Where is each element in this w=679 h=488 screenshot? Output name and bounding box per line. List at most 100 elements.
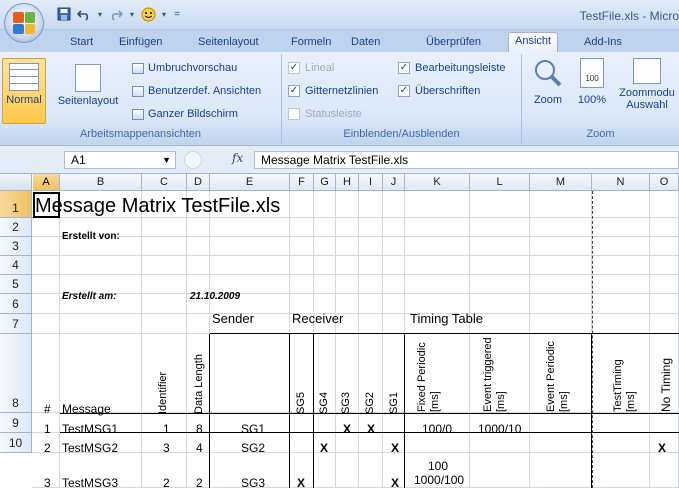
gridlines-checkbox[interactable]: ✓ Gitternetzlinien <box>288 85 378 97</box>
column-header[interactable]: D <box>187 174 210 191</box>
tab-data[interactable]: Daten <box>345 34 386 52</box>
identifier-header[interactable]: Identifier <box>157 372 169 414</box>
no-timing-header[interactable]: No Timing <box>659 358 673 412</box>
formula-input[interactable]: Message Matrix TestFile.xls <box>254 151 679 169</box>
row-header[interactable]: 2 <box>0 218 32 237</box>
chevron-down-icon[interactable]: ▾ <box>160 6 168 22</box>
zoom-to-selection-button[interactable]: Zoommodu Auswahl <box>614 58 679 124</box>
column-header[interactable]: G <box>314 174 336 191</box>
insert-function-button[interactable]: fx <box>232 151 243 165</box>
row-num[interactable]: 3 <box>44 476 51 488</box>
column-header[interactable]: K <box>405 174 470 191</box>
sender-cell[interactable]: SG1 <box>241 422 265 436</box>
column-header[interactable]: A <box>33 174 60 191</box>
redo-icon[interactable] <box>108 6 124 22</box>
event-triggered-header[interactable]: Event triggered <box>482 337 494 412</box>
message-cell[interactable]: TestMSG2 <box>62 441 118 455</box>
page-break-preview-button[interactable]: Umbruchvorschau <box>132 62 237 74</box>
column-header[interactable]: M <box>530 174 592 191</box>
select-all-corner[interactable] <box>0 174 32 191</box>
tab-add-ins[interactable]: Add-Ins <box>578 34 628 52</box>
row-header[interactable]: 6 <box>0 294 32 314</box>
column-header[interactable]: L <box>470 174 530 191</box>
column-header[interactable]: J <box>383 174 405 191</box>
tab-formulas[interactable]: Formeln <box>285 34 337 52</box>
chevron-down-icon[interactable]: ▾ <box>128 6 136 22</box>
custom-views-button[interactable]: Benutzerdef. Ansichten <box>132 85 261 97</box>
name-box[interactable]: A1 ▼ <box>64 151 176 169</box>
row-header[interactable]: 3 <box>0 237 32 256</box>
tab-insert[interactable]: Einfügen <box>113 34 168 52</box>
column-header[interactable]: F <box>290 174 314 191</box>
message-bar-checkbox[interactable]: Statusleiste <box>288 108 362 120</box>
receiver-sg4-header[interactable]: SG4 <box>318 392 330 414</box>
receiver-mark[interactable]: X <box>343 422 351 436</box>
column-header[interactable]: E <box>210 174 290 191</box>
message-cell[interactable]: TestMSG1 <box>62 422 118 436</box>
sender-cell[interactable]: SG3 <box>241 476 265 488</box>
fixed-periodic-cell[interactable]: 1000/100 <box>414 473 464 487</box>
headings-checkbox[interactable]: ✓ Überschriften <box>398 85 480 97</box>
event-periodic-unit[interactable]: [ms] <box>558 391 570 412</box>
tab-review[interactable]: Überprüfen <box>420 34 487 52</box>
column-header[interactable]: I <box>359 174 383 191</box>
identifier-cell[interactable]: 1 <box>163 422 170 436</box>
save-icon[interactable] <box>56 6 72 22</box>
fixed-periodic-cell[interactable]: 100/0 <box>422 422 452 436</box>
worksheet[interactable]: ABCDEFGHIJKLMNO 1 2 3 4 5 6 7 8 9 10 Message Matr… <box>0 174 679 488</box>
receiver-mark[interactable]: X <box>391 476 399 488</box>
event-triggered-cell[interactable]: 1000/10 <box>478 422 521 436</box>
sender-header[interactable]: Sender <box>212 311 254 326</box>
tab-page-layout[interactable]: Seitenlayout <box>192 34 265 52</box>
smiley-icon[interactable] <box>140 6 156 22</box>
event-periodic-header[interactable]: Event Periodic <box>545 341 557 412</box>
tab-view[interactable]: Ansicht <box>508 32 559 52</box>
length-cell[interactable]: 8 <box>196 422 203 436</box>
timing-table-header[interactable]: Timing Table <box>410 311 483 326</box>
receiver-sg1-header[interactable]: SG1 <box>388 392 400 414</box>
page-layout-button[interactable]: Seitenlayout <box>48 58 128 124</box>
receiver-sg3-header[interactable]: SG3 <box>340 392 352 414</box>
message-cell[interactable]: TestMSG3 <box>62 476 118 488</box>
receiver-sg2-header[interactable]: SG2 <box>364 392 376 414</box>
receiver-header[interactable]: Receiver <box>292 311 343 326</box>
undo-icon[interactable] <box>76 6 92 22</box>
row-header[interactable]: 7 <box>0 314 32 334</box>
row-header[interactable]: 1 <box>0 191 32 218</box>
receiver-sg5-header[interactable]: SG5 <box>295 392 307 414</box>
row-header[interactable]: 5 <box>0 275 32 294</box>
sender-cell[interactable]: SG2 <box>241 441 265 455</box>
column-header[interactable]: H <box>336 174 359 191</box>
chevron-down-icon[interactable]: ▾ <box>96 6 104 22</box>
receiver-mark[interactable]: X <box>320 441 328 455</box>
column-header[interactable]: B <box>60 174 142 191</box>
cancel-entry-icon[interactable] <box>184 151 202 169</box>
sheet-title[interactable]: Message Matrix TestFile.xls <box>35 195 280 218</box>
row-header[interactable]: 8 <box>0 334 32 413</box>
fixed-periodic-cell[interactable]: 100 <box>428 459 448 473</box>
identifier-cell[interactable]: 2 <box>163 476 170 488</box>
num-header[interactable]: # <box>44 402 51 416</box>
row-header[interactable]: 9 <box>0 413 32 433</box>
data-length-header[interactable]: Data Length <box>193 354 205 414</box>
row-num[interactable]: 2 <box>44 441 51 455</box>
office-button[interactable] <box>4 3 44 43</box>
column-header[interactable]: O <box>650 174 679 191</box>
created-on-value[interactable]: 21.10.2009 <box>190 291 240 302</box>
customize-toolbar-icon[interactable]: = <box>172 6 182 22</box>
receiver-mark[interactable]: X <box>391 441 399 455</box>
event-triggered-unit[interactable]: [ms] <box>495 391 507 412</box>
fixed-periodic-unit[interactable]: [ms] <box>429 391 441 412</box>
zoom-button[interactable]: Zoom <box>528 58 568 124</box>
column-header[interactable]: N <box>592 174 650 191</box>
created-by-label[interactable]: Erstellt von: <box>62 231 120 242</box>
dropdown-arrow-icon[interactable]: ▼ <box>162 155 171 165</box>
row-header[interactable]: 10 <box>0 433 32 453</box>
fixed-periodic-header[interactable]: Fixed Periodic <box>416 342 428 412</box>
full-screen-button[interactable]: Ganzer Bildschirm <box>132 108 238 120</box>
ruler-checkbox[interactable]: ✓ Lineal <box>288 62 334 74</box>
zoom-100-button[interactable]: 100 100% <box>572 58 612 124</box>
row-num[interactable]: 1 <box>44 422 51 436</box>
length-cell[interactable]: 2 <box>196 476 203 488</box>
receiver-mark[interactable]: X <box>367 422 375 436</box>
